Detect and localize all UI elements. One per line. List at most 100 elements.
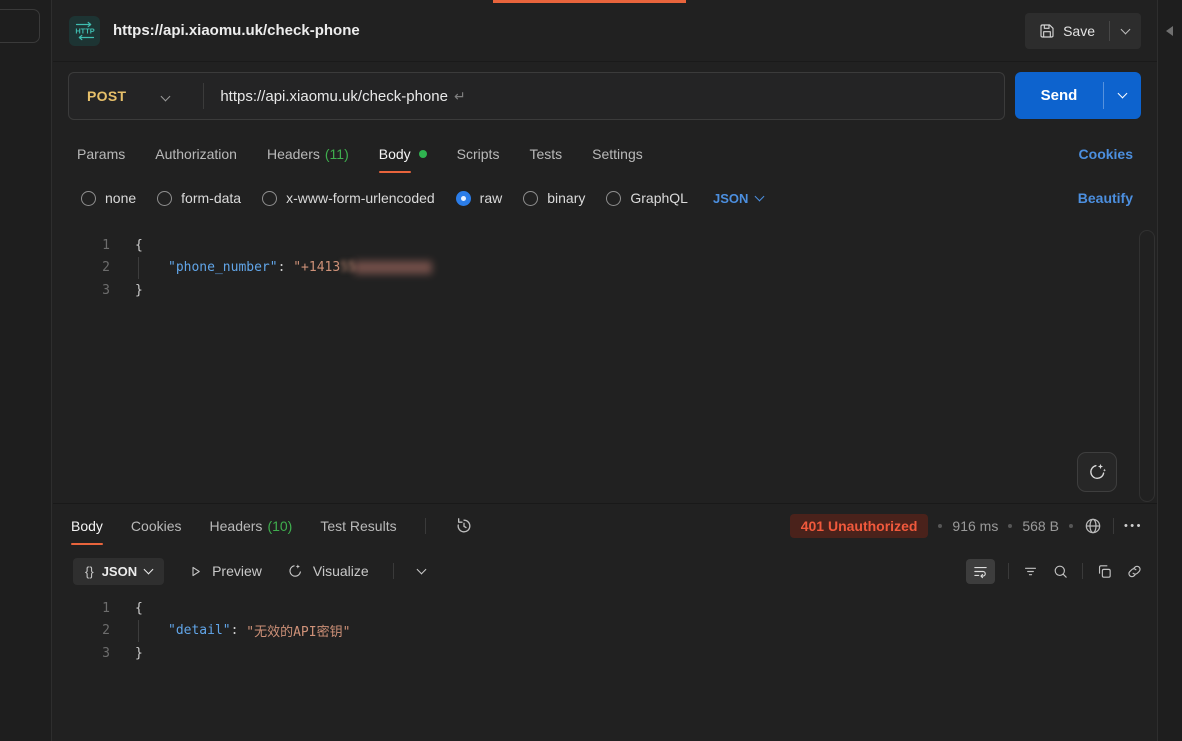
response-history-icon[interactable] [454, 516, 474, 536]
response-size: 568 B [1022, 518, 1059, 534]
filter-icon[interactable] [1022, 563, 1039, 580]
divider [425, 518, 426, 534]
response-view-tools [966, 559, 1143, 584]
redacted-phone-blur [354, 261, 432, 274]
beautify-link[interactable]: Beautify [1078, 190, 1133, 206]
editor-scrollbar[interactable] [1139, 230, 1155, 502]
divider [1082, 563, 1083, 579]
play-icon [188, 564, 203, 579]
radio-x-www-form-urlencoded[interactable]: x-www-form-urlencoded [262, 190, 435, 206]
tab-headers[interactable]: Headers(11) [267, 135, 349, 173]
send-button-group: Send [1015, 72, 1141, 119]
response-tab-body[interactable]: Body [71, 507, 103, 545]
active-tab-top-indicator [493, 0, 686, 3]
divider [1008, 563, 1009, 579]
search-icon[interactable] [1052, 563, 1069, 580]
divider [203, 83, 204, 109]
radio-form-data[interactable]: form-data [157, 190, 241, 206]
body-type-selector: none form-data x-www-form-urlencoded raw… [53, 179, 1157, 217]
preview-button[interactable]: Preview [188, 563, 262, 579]
svg-text:HTTP: HTTP [75, 26, 94, 35]
send-button[interactable]: Send [1015, 72, 1103, 119]
http-method-icon: HTTP [69, 16, 100, 46]
response-body-viewer[interactable]: 1 { 2 "detail": "无效的API密钥" 3 } [53, 597, 1157, 665]
postbot-button[interactable] [1077, 452, 1117, 492]
cookies-link[interactable]: Cookies [1079, 146, 1133, 162]
dot-separator [938, 524, 942, 528]
chevron-down-icon [755, 191, 765, 201]
method-chevron-down-icon[interactable] [162, 87, 169, 105]
response-toolbar: {} JSON Preview Visualize [53, 551, 1157, 591]
dot-separator [1008, 524, 1012, 528]
dot-separator [1069, 524, 1073, 528]
divider [1113, 518, 1114, 534]
code-line: 3 } [53, 279, 1157, 302]
response-format-select[interactable]: {} JSON [73, 558, 164, 585]
indent-guide [138, 257, 168, 279]
radio-circle-selected [456, 191, 471, 206]
tab-scripts[interactable]: Scripts [457, 135, 500, 173]
divider [393, 563, 394, 579]
radio-binary[interactable]: binary [523, 190, 585, 206]
braces-icon: {} [85, 564, 94, 579]
tab-tests[interactable]: Tests [529, 135, 562, 173]
chevron-down-icon [1121, 24, 1131, 34]
headers-count: (11) [325, 146, 349, 162]
request-tabs: Params Authorization Headers(11) Body Sc… [53, 133, 1157, 175]
response-tab-headers[interactable]: Headers(10) [210, 507, 293, 545]
code-line: 2 "detail": "无效的API密钥" [53, 620, 1157, 643]
response-time: 916 ms [952, 518, 998, 534]
sidebar-collapsed-item[interactable] [0, 9, 40, 43]
sparkle-icon [286, 562, 304, 580]
main-panel: HTTP https://api.xiaomu.uk/check-phone S… [53, 0, 1157, 741]
body-modified-dot [419, 150, 427, 158]
url-input[interactable]: https://api.xiaomu.uk/check-phone [220, 88, 448, 105]
request-url-bar: POST https://api.xiaomu.uk/check-phone ↵ [68, 72, 1005, 120]
radio-circle [157, 191, 172, 206]
save-button-label: Save [1063, 23, 1095, 39]
save-button[interactable]: Save [1025, 13, 1109, 49]
collapse-panel-arrow-icon[interactable] [1166, 26, 1173, 36]
code-line: 3 } [53, 642, 1157, 665]
radio-circle [81, 191, 96, 206]
tab-params[interactable]: Params [77, 135, 125, 173]
network-globe-icon[interactable] [1083, 516, 1103, 536]
save-icon [1039, 23, 1055, 39]
tab-settings[interactable]: Settings [592, 135, 643, 173]
radio-raw[interactable]: raw [456, 190, 503, 206]
code-line: 1 { [53, 234, 1157, 257]
radio-graphql[interactable]: GraphQL [606, 190, 688, 206]
radio-none[interactable]: none [81, 190, 136, 206]
method-selector[interactable]: POST [69, 88, 126, 104]
save-button-group: Save [1025, 13, 1141, 49]
response-status-group: 401 Unauthorized 916 ms 568 B ••• [790, 514, 1143, 538]
indent-guide [138, 620, 168, 642]
response-tab-cookies[interactable]: Cookies [131, 507, 182, 545]
radio-circle [606, 191, 621, 206]
copy-icon[interactable] [1096, 563, 1113, 580]
app-window: HTTP https://api.xiaomu.uk/check-phone S… [0, 0, 1182, 741]
tab-authorization[interactable]: Authorization [155, 135, 237, 173]
left-sidebar [0, 0, 52, 741]
wrap-text-icon[interactable] [966, 559, 995, 584]
more-options-icon[interactable]: ••• [1124, 520, 1143, 532]
link-icon[interactable] [1126, 563, 1143, 580]
save-options-button[interactable] [1110, 13, 1141, 49]
language-select[interactable]: JSON [713, 191, 763, 206]
tab-body[interactable]: Body [379, 135, 427, 173]
chevron-down-icon [144, 564, 154, 574]
response-header: Body Cookies Headers(10) Test Results 40… [53, 504, 1157, 548]
url-enter-glyph: ↵ [454, 88, 466, 105]
radio-circle [262, 191, 277, 206]
request-body-editor[interactable]: 1 { 2 "phone_number": "+141355 3 } [53, 234, 1157, 302]
radio-circle [523, 191, 538, 206]
response-headers-count: (10) [267, 518, 292, 534]
code-line: 2 "phone_number": "+141355 [53, 257, 1157, 280]
more-views-chevron-icon[interactable] [416, 564, 426, 574]
visualize-button[interactable]: Visualize [286, 562, 369, 580]
code-line: 1 { [53, 597, 1157, 620]
request-header-bar: HTTP https://api.xiaomu.uk/check-phone S… [53, 0, 1157, 62]
send-options-button[interactable] [1104, 72, 1141, 119]
request-title: https://api.xiaomu.uk/check-phone [113, 22, 360, 39]
response-tab-test-results[interactable]: Test Results [320, 507, 396, 545]
